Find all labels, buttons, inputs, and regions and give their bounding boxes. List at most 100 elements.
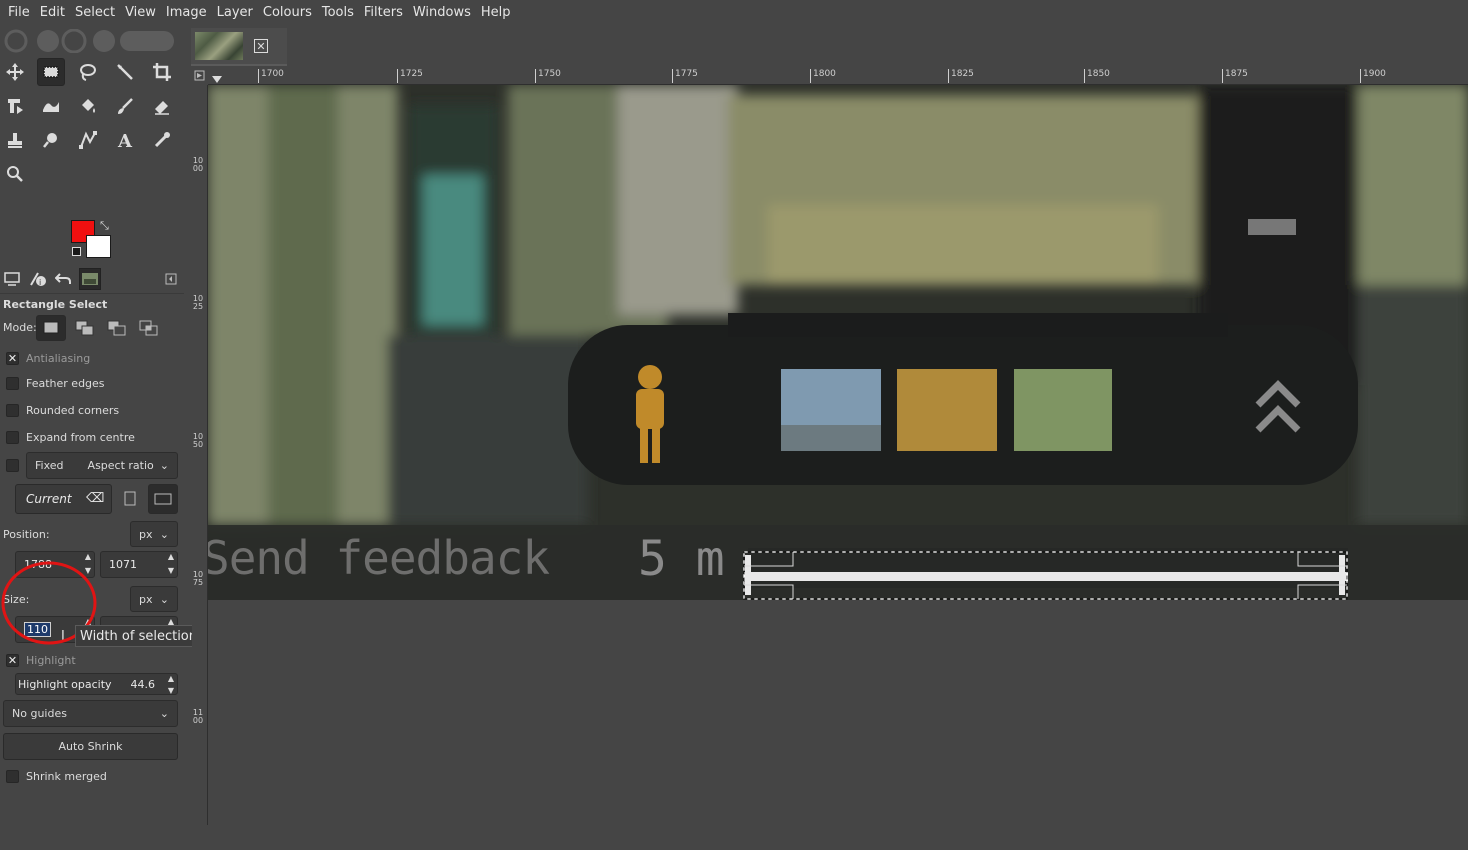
feather-edges-checkbox[interactable] xyxy=(6,377,19,390)
ruler-tick: 1850 xyxy=(1084,69,1110,83)
ruler-tick: 1075 xyxy=(192,570,204,587)
opacity-increment-icon[interactable]: ▲ xyxy=(164,674,178,683)
bucket-fill-tool-icon[interactable] xyxy=(74,92,102,120)
chevron-down-icon: ⌄ xyxy=(159,707,169,720)
antialiasing-checkbox[interactable]: ✕ xyxy=(6,352,19,365)
vertical-ruler[interactable]: 1000 1025 1050 1075 1100 xyxy=(192,85,208,825)
menu-file[interactable]: File xyxy=(3,5,35,20)
position-y-value: 1071 xyxy=(109,558,137,571)
menu-tools[interactable]: Tools xyxy=(317,5,359,20)
default-colors-icon[interactable] xyxy=(72,247,81,256)
image-tab[interactable]: ✕ xyxy=(191,28,287,66)
current-field[interactable]: Current ⌫ xyxy=(15,484,112,514)
clone-tool-icon[interactable] xyxy=(1,126,29,154)
images-tab-icon[interactable] xyxy=(79,268,101,290)
ruler-tick: 1000 xyxy=(192,156,204,173)
ruler-tick: 1900 xyxy=(1360,69,1386,83)
position-unit-value: px xyxy=(139,527,153,541)
rounded-corners-label: Rounded corners xyxy=(26,404,120,417)
fixed-label: Fixed xyxy=(35,459,64,472)
landscape-icon[interactable] xyxy=(148,484,178,514)
device-status-tab-icon[interactable]: i xyxy=(27,268,49,290)
paths-tool-icon[interactable] xyxy=(74,126,102,154)
dock-tabs: i xyxy=(0,268,184,294)
menu-windows[interactable]: Windows xyxy=(408,5,476,20)
feedback-text: Send feedback xyxy=(208,531,550,585)
horizontal-ruler[interactable]: 1700 1725 1750 1775 1800 1825 1850 1875 … xyxy=(208,67,1468,85)
mode-replace-button[interactable] xyxy=(36,315,66,341)
ruler-corner[interactable] xyxy=(192,67,208,85)
scale-text: 5 m xyxy=(638,531,725,587)
mode-intersect-button[interactable] xyxy=(137,318,161,338)
menu-help[interactable]: Help xyxy=(476,5,516,20)
configure-tab-icon[interactable] xyxy=(160,268,182,290)
shrink-merged-checkbox[interactable] xyxy=(6,770,19,783)
opacity-decrement-icon[interactable]: ▼ xyxy=(164,686,178,695)
menu-layer[interactable]: Layer xyxy=(212,5,258,20)
canvas-image xyxy=(208,85,1468,600)
move-tool-icon[interactable] xyxy=(1,58,29,86)
ruler-tick: 1775 xyxy=(672,69,698,83)
rectangle-select-tool-icon[interactable] xyxy=(37,58,65,86)
feather-edges-label: Feather edges xyxy=(26,377,105,390)
highlight-checkbox[interactable]: ✕ xyxy=(6,654,19,667)
menu-edit[interactable]: Edit xyxy=(35,5,70,20)
menu-colours[interactable]: Colours xyxy=(258,5,317,20)
swap-colors-icon[interactable]: ⤡ xyxy=(100,219,109,233)
undo-history-tab-icon[interactable] xyxy=(52,268,74,290)
crop-tool-icon[interactable] xyxy=(148,58,176,86)
position-label: Position: xyxy=(3,528,50,541)
transform-tool-icon[interactable] xyxy=(1,92,29,120)
close-icon[interactable]: ✕ xyxy=(254,39,268,53)
menu-select[interactable]: Select xyxy=(70,5,120,20)
shrink-merged-label: Shrink merged xyxy=(26,770,107,783)
chevron-down-icon: ⌄ xyxy=(159,527,169,541)
fixed-option-value: Aspect ratio xyxy=(87,459,154,472)
ruler-tick: 1725 xyxy=(397,69,423,83)
toolbox-dock: A ⤡ i Rectangle Select Mode: ✕ Antialias… xyxy=(0,25,186,825)
expand-from-centre-checkbox[interactable] xyxy=(6,431,19,444)
paintbrush-tool-icon[interactable] xyxy=(111,92,139,120)
menu-filters[interactable]: Filters xyxy=(359,5,408,20)
auto-shrink-label: Auto Shrink xyxy=(58,740,123,753)
lasso-tool-icon[interactable] xyxy=(74,58,102,86)
smudge-tool-icon[interactable] xyxy=(37,126,65,154)
ruler-tick: 1750 xyxy=(535,69,561,83)
menu-image[interactable]: Image xyxy=(161,5,212,20)
guides-value: No guides xyxy=(12,707,67,720)
ruler-tick: 1825 xyxy=(948,69,974,83)
menu-bar: File Edit Select View Image Layer Colour… xyxy=(0,0,1468,25)
clear-icon[interactable]: ⌫ xyxy=(86,491,104,506)
svg-text:A: A xyxy=(117,131,133,150)
antialiasing-label: Antialiasing xyxy=(26,352,91,365)
position-y-increment-icon[interactable]: ▲ xyxy=(164,552,178,561)
rounded-corners-checkbox[interactable] xyxy=(6,404,19,417)
zoom-tool-icon[interactable] xyxy=(1,160,29,188)
guides-dropdown[interactable]: No guides ⌄ xyxy=(3,700,178,727)
image-thumbnail xyxy=(195,32,243,60)
text-tool-icon[interactable]: A xyxy=(111,126,139,154)
svg-text:i: i xyxy=(39,278,41,287)
position-y-decrement-icon[interactable]: ▼ xyxy=(164,566,178,575)
auto-shrink-button[interactable]: Auto Shrink xyxy=(3,733,178,760)
fixed-checkbox[interactable] xyxy=(6,459,19,472)
fixed-dropdown[interactable]: Fixed Aspect ratio ⌄ xyxy=(26,452,178,479)
image-canvas[interactable]: Send feedback 5 m xyxy=(208,85,1468,600)
position-unit-dropdown[interactable]: px ⌄ xyxy=(130,521,178,547)
ruler-tick: 1700 xyxy=(258,69,284,83)
eraser-tool-icon[interactable] xyxy=(148,92,176,120)
background-color-swatch[interactable] xyxy=(86,235,111,258)
warp-tool-icon[interactable] xyxy=(37,92,65,120)
highlight-label: Highlight xyxy=(26,654,76,667)
fuzzy-select-tool-icon[interactable] xyxy=(111,58,139,86)
portrait-icon[interactable] xyxy=(122,490,138,508)
color-picker-tool-icon[interactable] xyxy=(148,126,176,154)
chevron-down-icon: ⌄ xyxy=(159,592,169,606)
ruler-tick: 1875 xyxy=(1222,69,1248,83)
mode-subtract-button[interactable] xyxy=(105,318,129,338)
tool-options-tab-icon[interactable] xyxy=(1,268,23,290)
highlight-opacity-slider[interactable]: Highlight opacity 44.6 xyxy=(15,673,178,695)
size-unit-dropdown[interactable]: px ⌄ xyxy=(130,586,178,612)
menu-view[interactable]: View xyxy=(120,5,161,20)
mode-add-button[interactable] xyxy=(73,318,97,338)
